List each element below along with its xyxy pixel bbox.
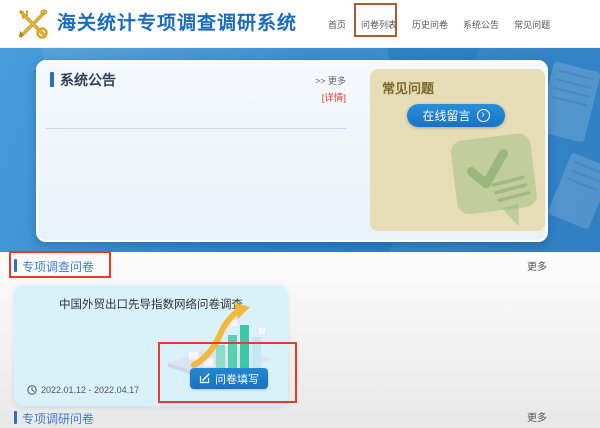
announcement-divider (46, 128, 346, 129)
research-more-link[interactable]: 更多 (527, 409, 547, 424)
faq-panel: 常见问题 在线留言 › (370, 69, 545, 231)
online-message-button[interactable]: 在线留言 › (407, 104, 505, 127)
page-title: 海关统计专项调查调研系统 (57, 0, 297, 48)
header: 海关统计专项调查调研系统 首页 问卷列表 历史问卷 系统公告 常见问题 (0, 0, 600, 48)
chat-bubble-check-illustration (443, 131, 543, 231)
content-area: 专项调查问卷 更多 中国外贸出口先导指数网络问卷调查 (0, 252, 600, 428)
faq-panel-title: 常见问题 (382, 78, 434, 97)
app-window: 海关统计专项调查调研系统 首页 问卷列表 历史问卷 系统公告 常见问题 系统公告… (0, 0, 600, 428)
nav-item-history[interactable]: 历史问卷 (412, 18, 448, 31)
announcement-panel-title: 系统公告 (60, 70, 116, 90)
announcement-more-link[interactable]: >> 更多 (300, 74, 346, 87)
arrow-right-circle-icon: › (477, 109, 490, 122)
section-accent-bar (14, 259, 17, 272)
nav-item-questionnaire-list[interactable]: 问卷列表 (361, 18, 397, 31)
hero-banner: 系统公告 >> 更多 [详情] 常见问题 在线留言 › (0, 48, 600, 252)
section-accent-bar (14, 411, 17, 424)
survey-section-title: 专项调查问卷 (22, 258, 94, 275)
top-nav: 首页 问卷列表 历史问卷 系统公告 常见问题 (328, 0, 550, 48)
edit-pencil-icon (199, 373, 210, 384)
clock-icon (27, 385, 37, 395)
section-accent-bar (50, 72, 54, 87)
announcement-detail-link[interactable]: [详情] (310, 90, 346, 104)
online-message-label: 在线留言 (422, 107, 470, 124)
fill-questionnaire-button[interactable]: 问卷填写 (190, 368, 268, 389)
survey-more-link[interactable]: 更多 (527, 258, 547, 273)
research-section-title: 专项调研问卷 (22, 410, 94, 427)
customs-emblem-logo-icon (14, 5, 52, 43)
survey-date-text: 2022.01.12 - 2022.04.17 (41, 385, 139, 395)
nav-item-faq[interactable]: 常见问题 (514, 18, 550, 31)
nav-item-announcements[interactable]: 系统公告 (463, 18, 499, 31)
nav-item-home[interactable]: 首页 (328, 18, 346, 31)
survey-date-range: 2022.01.12 - 2022.04.17 (27, 385, 139, 395)
announcement-panel: 系统公告 >> 更多 [详情] 常见问题 在线留言 › (36, 60, 548, 242)
fill-button-label: 问卷填写 (215, 371, 259, 387)
survey-card[interactable]: 中国外贸出口先导指数网络问卷调查 2022.0 (14, 285, 288, 406)
